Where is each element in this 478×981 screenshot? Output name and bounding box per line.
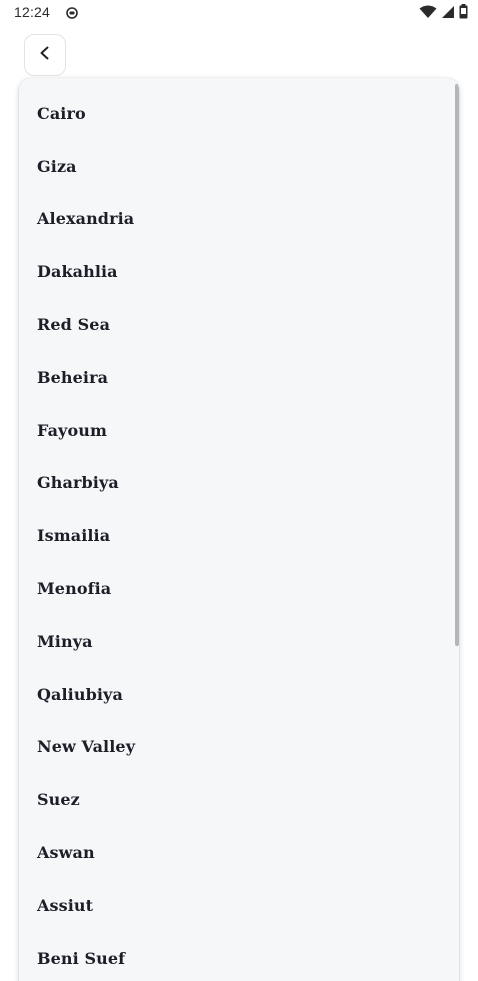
option-item[interactable]: New Valley [19,721,459,774]
chevron-left-icon [37,45,53,65]
option-item[interactable]: Alexandria [19,193,459,246]
status-time: 12:24 [14,4,51,20]
cellular-signal-icon [441,5,455,24]
scrollbar[interactable] [455,84,459,646]
option-item[interactable]: Cairo [19,87,459,140]
status-bar: 12:24 [0,0,478,26]
app-notification-icon [66,6,78,19]
option-item[interactable]: Fayoum [19,404,459,457]
status-icons [419,4,468,24]
option-item[interactable]: Menofia [19,562,459,615]
screen: 12:24 Cairo Giza Alexandria Dakahlia Red… [0,0,478,981]
wifi-icon [419,5,437,24]
option-item[interactable]: Giza [19,140,459,193]
option-item[interactable]: Aswan [19,826,459,879]
option-item[interactable]: Dakahlia [19,245,459,298]
option-item[interactable]: Red Sea [19,298,459,351]
option-item[interactable]: Gharbiya [19,457,459,510]
option-item[interactable]: Beni Suef [19,932,459,981]
option-item[interactable]: Minya [19,615,459,668]
option-item[interactable]: Assiut [19,879,459,932]
option-list: Cairo Giza Alexandria Dakahlia Red Sea B… [19,87,459,981]
option-item[interactable]: Suez [19,773,459,826]
battery-icon [459,4,468,24]
option-item[interactable]: Ismailia [19,509,459,562]
option-item[interactable]: Qaliubiya [19,668,459,721]
governorate-dropdown[interactable]: Cairo Giza Alexandria Dakahlia Red Sea B… [19,78,459,981]
back-button[interactable] [24,34,66,76]
option-item[interactable]: Beheira [19,351,459,404]
